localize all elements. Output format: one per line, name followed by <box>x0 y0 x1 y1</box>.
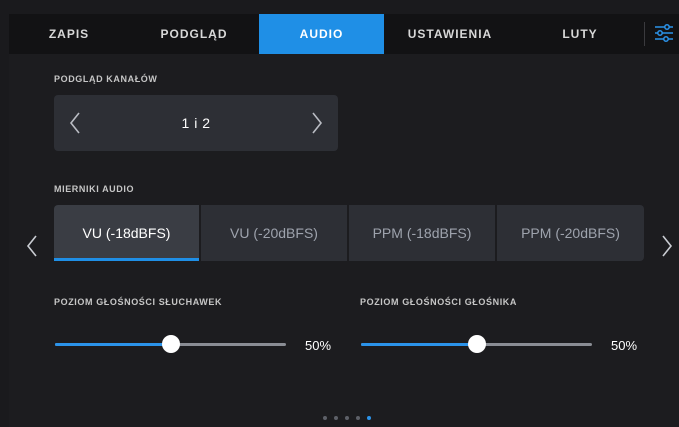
meter-option-label: VU (-20dBFS) <box>230 225 318 241</box>
headphone-volume-value: 50% <box>305 338 332 353</box>
page-dot[interactable] <box>367 416 371 420</box>
chevron-left-icon <box>26 235 37 257</box>
meter-option-label: PPM (-20dBFS) <box>521 225 620 241</box>
meter-option-ppm-20[interactable]: PPM (-20dBFS) <box>497 205 644 261</box>
tab-bar: ZAPIS PODGLĄD AUDIO USTAWIENIA LUTY <box>9 14 679 54</box>
page-next-button[interactable] <box>655 228 679 264</box>
speaker-volume-label: POZIOM GŁOŚNOŚCI GŁOŚNIKA <box>360 297 518 307</box>
speaker-volume-value: 50% <box>611 338 638 353</box>
audio-meters-label: MIERNIKI AUDIO <box>54 184 135 194</box>
meter-option-vu-18[interactable]: VU (-18dBFS) <box>54 205 199 261</box>
page-dot[interactable] <box>356 416 360 420</box>
page-dot[interactable] <box>334 416 338 420</box>
tab-ustawienia[interactable]: USTAWIENIA <box>384 14 516 54</box>
page-dot[interactable] <box>323 416 327 420</box>
selected-indicator <box>54 258 199 261</box>
headphone-volume-label: POZIOM GŁOŚNOŚCI SŁUCHAWEK <box>54 297 223 307</box>
slider-thumb[interactable] <box>467 335 486 353</box>
channel-selector: 1 i 2 <box>54 95 338 151</box>
audio-meters-segmented-control: VU (-18dBFS) VU (-20dBFS) PPM (-18dBFS) … <box>54 205 644 261</box>
channel-prev-button[interactable] <box>54 95 104 151</box>
slider-fill <box>361 343 477 346</box>
menu-button[interactable] <box>649 14 679 54</box>
tab-zapis[interactable]: ZAPIS <box>9 14 129 54</box>
speaker-volume-slider[interactable] <box>361 334 592 354</box>
tab-podglad[interactable]: PODGLĄD <box>129 14 259 54</box>
slider-fill <box>55 343 171 346</box>
meter-option-label: PPM (-18dBFS) <box>372 225 472 241</box>
meter-option-ppm-18[interactable]: PPM (-18dBFS) <box>349 205 495 261</box>
tab-luty[interactable]: LUTY <box>516 14 644 54</box>
sliders-icon <box>655 24 673 42</box>
tab-divider <box>644 22 645 46</box>
meter-option-vu-20[interactable]: VU (-20dBFS) <box>201 205 347 261</box>
slider-thumb[interactable] <box>161 335 180 353</box>
headphone-volume-slider[interactable] <box>55 334 286 354</box>
chevron-right-icon <box>312 112 323 134</box>
meter-option-label: VU (-18dBFS) <box>82 225 171 241</box>
page-prev-button[interactable] <box>20 228 44 264</box>
page-dot[interactable] <box>345 416 349 420</box>
channel-preview-label: PODGLĄD KANAŁÓW <box>54 74 158 84</box>
channel-next-button[interactable] <box>288 95 338 151</box>
chevron-right-icon <box>662 235 673 257</box>
tab-audio[interactable]: AUDIO <box>259 14 384 54</box>
channel-value: 1 i 2 <box>181 115 211 131</box>
chevron-left-icon <box>69 112 80 134</box>
